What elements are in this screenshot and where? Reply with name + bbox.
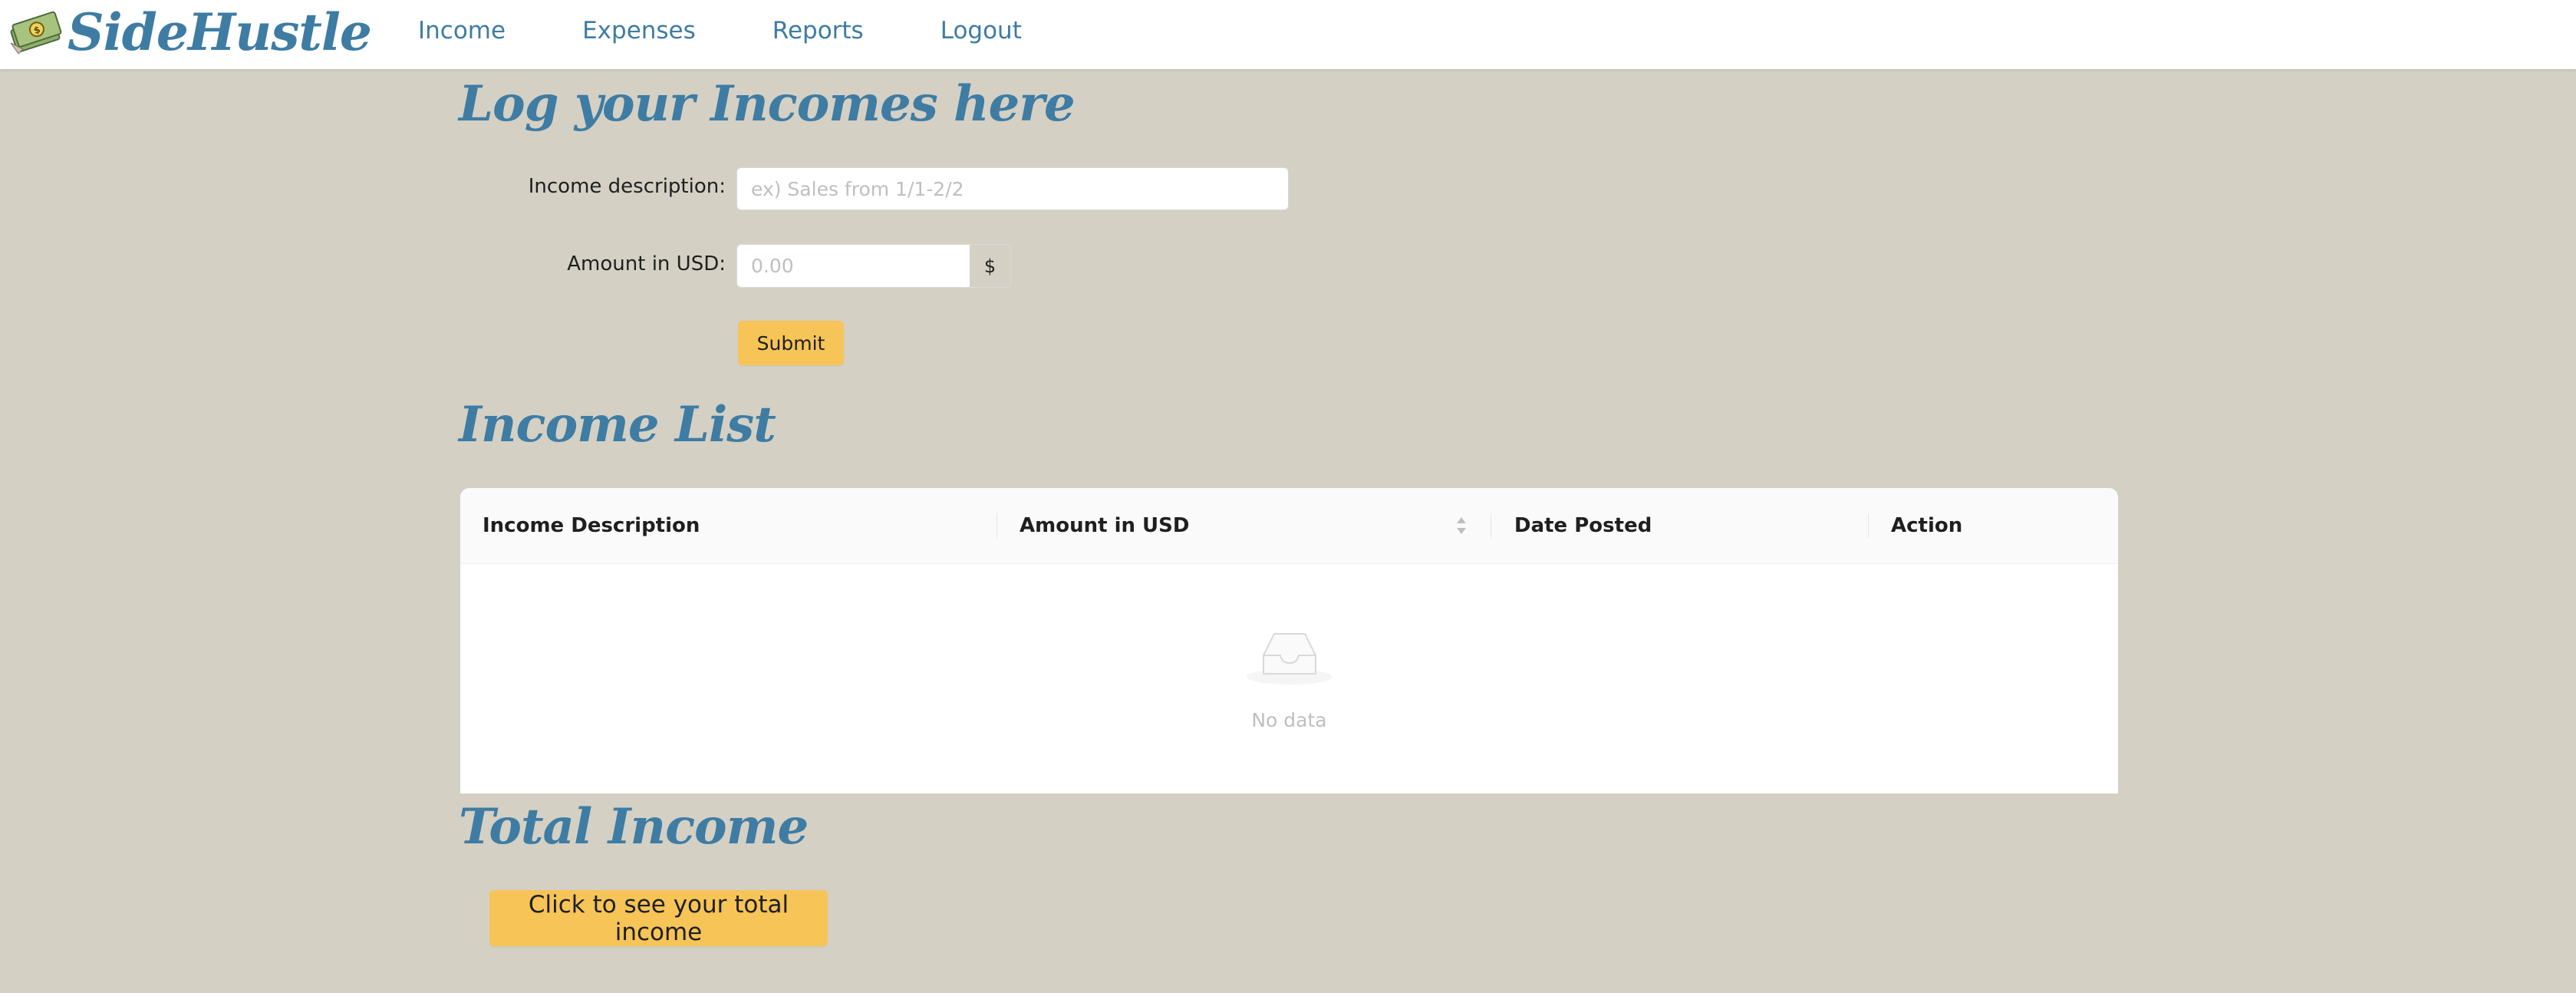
main-nav: Income Expenses Reports Logout xyxy=(418,0,1099,61)
amount-label-text: Amount in USD xyxy=(567,252,720,275)
label-colon: : xyxy=(719,175,726,198)
column-action: Action xyxy=(1891,514,1963,537)
brand-logo[interactable]: $ SideHustle xyxy=(8,0,372,64)
nav-logout[interactable]: Logout xyxy=(940,17,1022,45)
column-amount-in-usd[interactable]: Amount in USD xyxy=(1020,488,1480,563)
column-amount-label: Amount in USD xyxy=(1020,514,1190,537)
empty-state: No data xyxy=(460,563,2118,793)
nav-expenses[interactable]: Expenses xyxy=(582,17,696,45)
money-icon: $ xyxy=(10,11,62,54)
currency-addon: $ xyxy=(970,244,1011,288)
empty-inbox-icon xyxy=(1247,633,1332,685)
nav-income[interactable]: Income xyxy=(418,17,506,45)
income-description-input[interactable] xyxy=(736,167,1289,210)
sort-icon[interactable] xyxy=(1455,514,1468,537)
column-divider xyxy=(1868,513,1869,538)
log-incomes-title: Log your Incomes here xyxy=(459,75,1076,133)
brand-name: SideHustle xyxy=(68,2,372,62)
amount-label: Amount in USD: xyxy=(460,252,726,275)
column-date-posted: Date Posted xyxy=(1514,514,1652,537)
top-navbar: $ SideHustle Income Expenses Reports Log… xyxy=(0,0,2576,69)
income-table: Income Description Amount in USD Date Po… xyxy=(460,488,2118,793)
total-income-title: Total Income xyxy=(459,798,809,856)
nav-reports[interactable]: Reports xyxy=(772,17,864,45)
empty-text: No data xyxy=(1251,709,1327,731)
label-colon: : xyxy=(719,252,726,275)
amount-input[interactable] xyxy=(736,244,970,288)
column-income-description: Income Description xyxy=(483,514,700,537)
income-description-label: Income description: xyxy=(460,175,726,198)
total-income-button[interactable]: Click to see your total income xyxy=(489,890,828,946)
column-divider xyxy=(996,513,997,538)
income-description-label-text: Income description xyxy=(528,175,720,198)
submit-button[interactable]: Submit xyxy=(738,321,844,365)
table-header: Income Description Amount in USD Date Po… xyxy=(460,488,2118,564)
income-list-title: Income List xyxy=(459,396,776,454)
